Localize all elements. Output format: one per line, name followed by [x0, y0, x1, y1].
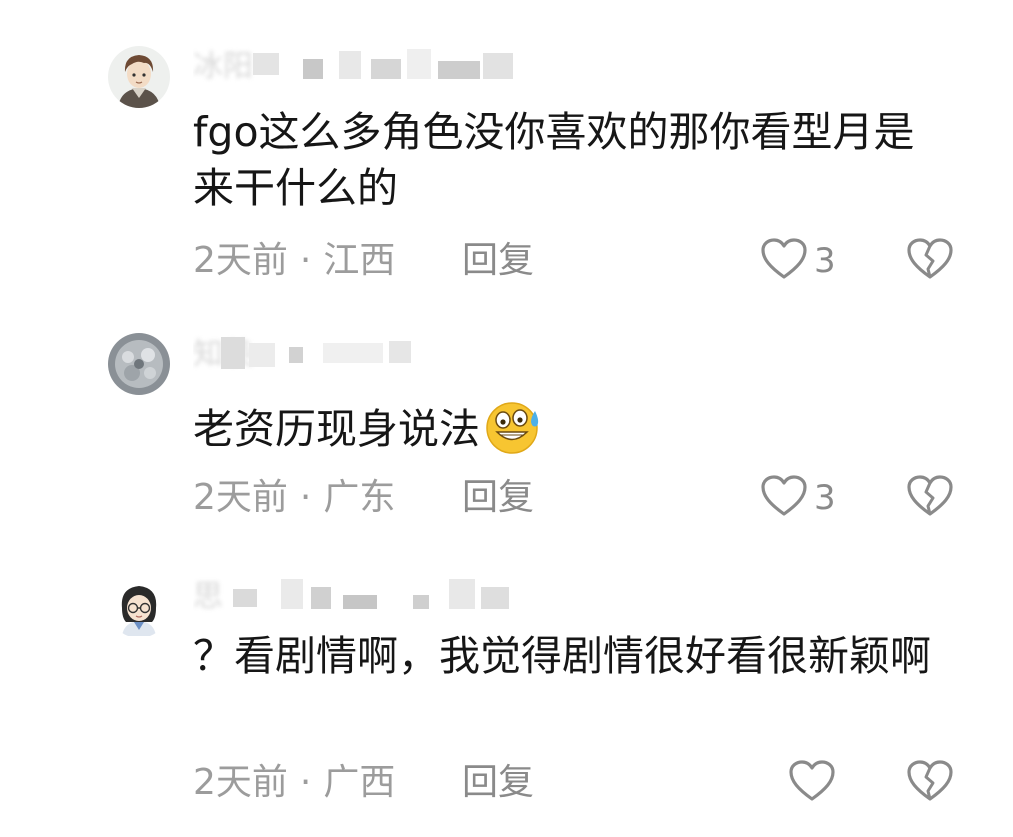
like-button[interactable] — [788, 758, 836, 808]
comment-text: fgo这么多角色没你喜欢的那你看型月是来干什么的 — [193, 108, 915, 212]
heart-outline-icon — [760, 474, 808, 522]
comment-location: 广西 — [323, 762, 396, 803]
comment-time: 2天前 — [193, 477, 288, 518]
comment-meta: 2天前 · 广西 — [193, 758, 395, 808]
comment-item: 思 ？看剧情啊，我觉得剧情很好看很新颖啊 2天前 · 广西 回复 — [0, 560, 1013, 837]
username[interactable]: 知羡 — [193, 333, 533, 377]
comment-text: 老资历现身说法 — [193, 397, 953, 469]
meta-separator: · — [299, 477, 312, 518]
comment-meta: 2天前 · 江西 — [193, 236, 395, 286]
dislike-button[interactable] — [906, 236, 954, 286]
comment-time: 2天前 — [193, 762, 288, 803]
reply-button[interactable]: 回复 — [462, 236, 534, 286]
comment-text: ？看剧情啊，我觉得剧情很好看很新颖啊 — [193, 632, 931, 680]
meta-separator: · — [299, 762, 312, 803]
username[interactable]: 冰阳 — [193, 45, 533, 89]
heart-outline-icon — [760, 237, 808, 285]
comment-item: 冰阳 fgo这么多角色没你喜欢的那你看型月是来干什么的 2天前 · 江西 回复 3 — [0, 0, 1013, 300]
comment-location: 江西 — [323, 240, 396, 281]
username[interactable]: 思 — [193, 575, 533, 619]
like-count: 3 — [814, 241, 836, 281]
meta-separator: · — [299, 240, 312, 281]
avatar[interactable] — [108, 333, 170, 395]
avatar[interactable] — [108, 576, 170, 638]
username-mosaic — [193, 333, 533, 377]
broken-heart-icon — [906, 474, 954, 522]
comment-location: 广东 — [323, 477, 396, 518]
like-count: 3 — [814, 478, 836, 518]
reply-button[interactable]: 回复 — [462, 758, 534, 808]
dislike-button[interactable] — [906, 758, 954, 808]
reply-button[interactable]: 回复 — [462, 473, 534, 523]
dislike-button[interactable] — [906, 473, 954, 523]
broken-heart-icon — [906, 759, 954, 807]
comment-item: 知羡 老资历现身说法 2天前 · 广东 回复 — [0, 300, 1013, 560]
heart-outline-icon — [788, 759, 836, 807]
like-button[interactable]: 3 — [760, 236, 836, 286]
comment-text-body: 老资历现身说法 — [193, 405, 480, 453]
username-mosaic — [193, 45, 533, 89]
broken-heart-icon — [906, 237, 954, 285]
comment-meta: 2天前 · 广东 — [193, 473, 395, 523]
like-button[interactable]: 3 — [760, 473, 836, 523]
sweat-smile-emoji — [482, 397, 546, 469]
avatar[interactable] — [108, 46, 170, 108]
comment-time: 2天前 — [193, 240, 288, 281]
username-mosaic — [193, 575, 533, 619]
